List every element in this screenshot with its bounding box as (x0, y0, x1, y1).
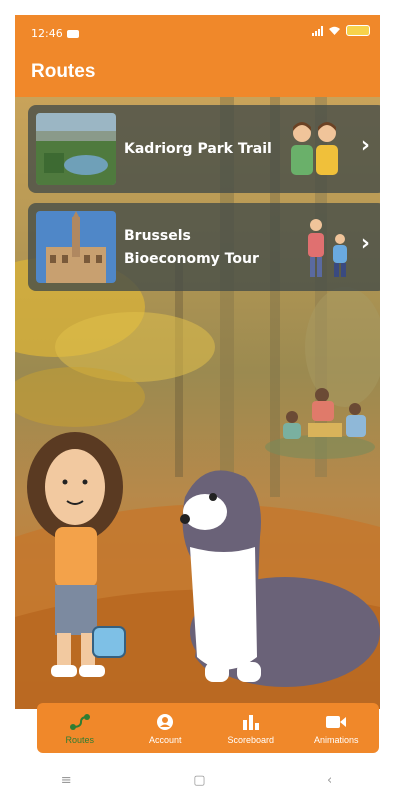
page-title: Routes (31, 61, 96, 82)
city-hall-image (36, 211, 116, 283)
app-bar: Routes (15, 53, 380, 97)
bottom-tab-bar: Routes Account Scoreboard Animations (37, 703, 379, 753)
signal-icon (312, 25, 323, 36)
route-card-kadriorg[interactable]: Kadriorg Park Trail › (28, 105, 380, 193)
home-icon[interactable]: ▢ (193, 773, 205, 788)
tab-label: Scoreboard (227, 734, 275, 745)
system-nav-bar: ≡ ▢ ‹ (0, 765, 393, 796)
animations-icon (326, 712, 347, 732)
tab-label: Routes (65, 734, 95, 745)
route-title: Kadriorg Park Trail (124, 141, 272, 157)
tab-scoreboard[interactable]: Scoreboard (208, 703, 294, 753)
recent-apps-icon[interactable]: ≡ (61, 773, 72, 788)
tab-label: Account (148, 734, 182, 745)
back-icon[interactable]: ‹ (327, 773, 332, 788)
battery-icon (346, 25, 370, 36)
tab-animations[interactable]: Animations (294, 703, 380, 753)
video-camera-icon (66, 29, 79, 38)
status-time-group: 12:46 (31, 27, 79, 40)
wifi-icon (329, 26, 340, 35)
park-image (36, 113, 116, 185)
tab-routes[interactable]: Routes (37, 703, 123, 753)
status-bar: 12:46 (15, 15, 380, 53)
account-icon (156, 712, 174, 732)
tab-account[interactable]: Account (123, 703, 209, 753)
route-title: Brussels Bioeconomy Tour (124, 228, 259, 267)
routes-content: Kadriorg Park Trail › Brussels Bioeconom… (15, 97, 380, 709)
chevron-right-icon: › (360, 133, 370, 158)
status-time: 12:46 (31, 27, 63, 40)
scoreboard-icon (242, 712, 260, 732)
tab-label: Animations (313, 734, 359, 745)
route-card-brussels[interactable]: Brussels Bioeconomy Tour › (28, 203, 380, 291)
phone-screen: 12:46 Routes Kadriorg Park Trail › Bruss… (15, 15, 380, 765)
status-icons (312, 25, 370, 36)
route-icon (69, 712, 91, 732)
two-kids-icon (291, 122, 338, 175)
chevron-right-icon: › (360, 231, 370, 256)
family-icon (308, 219, 347, 277)
